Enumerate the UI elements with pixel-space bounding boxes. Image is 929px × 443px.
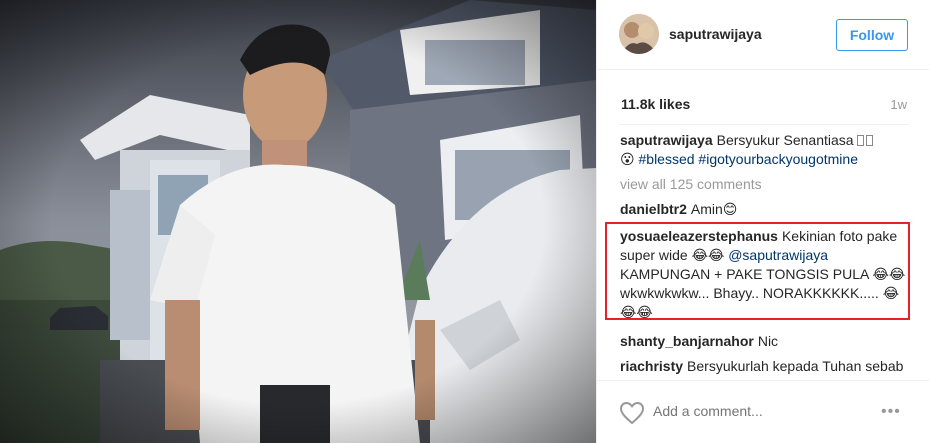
unknown-glyph-icon: [866, 135, 874, 146]
post-header: saputrawijaya Follow: [597, 0, 929, 70]
avatar-image: [619, 14, 659, 54]
photo-image: [0, 0, 596, 443]
comment-username[interactable]: yosuaeleazerstephanus: [620, 228, 778, 244]
divider: [619, 124, 909, 125]
avatar[interactable]: [619, 14, 659, 54]
post-time[interactable]: 1w: [890, 97, 907, 112]
comment-item: danielbtr2 Amin😊: [619, 200, 909, 219]
caption-emoji: 😮: [620, 151, 635, 167]
comments-list: saputrawijaya Bersyukur Senantiasa 😮 #ble…: [619, 131, 909, 378]
caption: saputrawijaya Bersyukur Senantiasa 😮 #ble…: [619, 131, 909, 169]
comment-username[interactable]: danielbtr2: [620, 201, 687, 217]
post-side-panel: saputrawijaya Follow 11.8k likes 1w sapu…: [596, 0, 929, 443]
header-username[interactable]: saputrawijaya: [669, 26, 762, 42]
likes-count[interactable]: 11.8k likes: [621, 96, 690, 112]
caption-username[interactable]: saputrawijaya: [620, 132, 713, 148]
comment-item: yosuaeleazerstephanus Kekinian foto pake …: [619, 225, 909, 322]
view-all-comments-link[interactable]: view all 125 comments: [619, 175, 909, 194]
follow-button[interactable]: Follow: [836, 19, 908, 51]
comment-text: KAMPUNGAN + PAKE TONGSIS PULA 😂😂wkwkwkwk…: [620, 266, 906, 320]
caption-hashtags[interactable]: #blessed #igotyourbackyougotmine: [639, 151, 858, 167]
caption-text: Bersyukur Senantiasa: [716, 132, 854, 148]
post-footer: •••: [597, 380, 929, 443]
comment-text: Amin😊: [690, 201, 738, 217]
comment-username[interactable]: shanty_banjarnahor: [620, 333, 754, 349]
comment-username[interactable]: riachristy: [620, 358, 683, 374]
comment-mention[interactable]: @saputrawijaya: [728, 247, 828, 263]
more-options-button[interactable]: •••: [881, 403, 901, 421]
unknown-glyph-icon: [857, 135, 865, 146]
heart-icon[interactable]: [619, 401, 645, 425]
post-photo[interactable]: [0, 0, 596, 443]
comment-text: Nic: [757, 333, 779, 349]
add-comment-input[interactable]: [653, 403, 853, 419]
comment-item: shanty_banjarnahor Nic: [619, 328, 909, 351]
comment-item: riachristy Bersyukurlah kepada Tuhan seba…: [619, 357, 909, 378]
